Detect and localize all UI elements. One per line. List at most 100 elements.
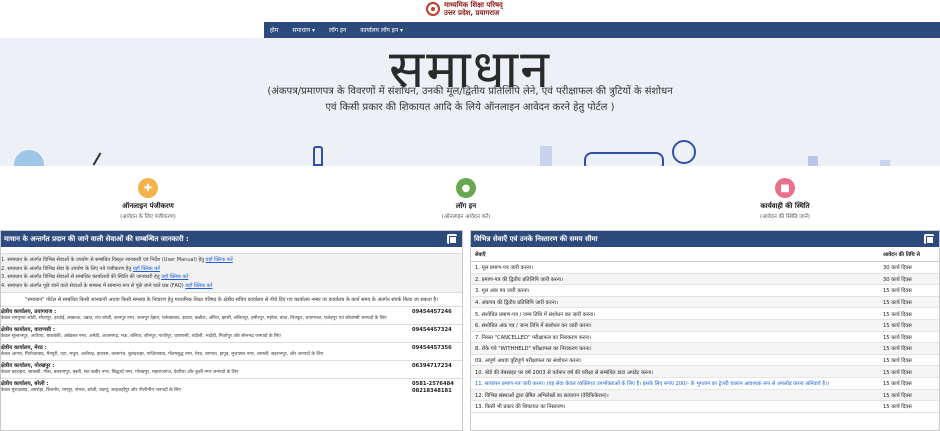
click-here-link[interactable]: यहाँ क्लिक करें	[185, 283, 212, 289]
service-limit: 30 कार्य दिवस	[879, 261, 939, 274]
service-limit: 15 कार्य दिवस	[879, 354, 939, 367]
table-row: 1. मूल प्रमाण-पत्र जारी करना। 30 कार्य दि…	[471, 261, 939, 274]
info-link-text: 2. समाधान के अंतर्गत विभिन्न सेवा के उपय…	[1, 265, 132, 272]
service-timeline-panel: विभिन्न सेवाएँ एवं उनके निस्तारण की समय …	[470, 230, 940, 431]
office-name: क्षेत्रीय कार्यालय, बरेली :	[1, 381, 49, 387]
office-list: क्षेत्रीय कार्यालय, प्रयागराज : केवल रामप…	[1, 306, 462, 397]
click-here-link[interactable]: यहाँ क्लिक करें	[161, 274, 188, 280]
service-name: 11. सत्यापन प्रमाण-पत्र जारी करना। (यह स…	[471, 377, 879, 390]
panel-header: माधान के अन्तर्गत प्रदान की जाने वाली से…	[1, 231, 462, 247]
service-name: 12. विभिन्न संस्थाओं द्वारा प्रेषित अभिल…	[471, 389, 879, 402]
brand-line-2: उत्तर प्रदेश, प्रयागराज	[444, 9, 500, 17]
service-name: 8. रोके गये "WITHHELD" परीक्षाफल का निरा…	[471, 342, 879, 355]
hero-subtitle-line-1: (अंकपत्र/प्रमाणपत्र के विवरणों में संशोध…	[267, 86, 673, 97]
panel-header: विभिन्न सेवाएँ एवं उनके निस्तारण की समय …	[471, 231, 939, 247]
service-limit: 15 कार्य दिवस	[879, 377, 939, 390]
action-sub: (ऑनलाइन आवेदन करें)	[441, 214, 491, 220]
office-phone: 09454457324	[412, 327, 452, 333]
table-row: 10. बोर्ड की वेबसाइट पर वर्ष 2003 से वर्…	[471, 365, 939, 378]
office-item: क्षेत्रीय कार्यालय, गोरखपुर : केवल बहराइच…	[1, 360, 462, 378]
action-registration[interactable]: ✚ ऑनलाइन पंजीकरण (आवेदन के लिए पंजीकरण)	[78, 172, 218, 220]
table-row: 12. विभिन्न संस्थाओं द्वारा प्रेषित अभिल…	[471, 389, 939, 402]
table-row: 11. सत्यापन प्रमाण-पत्र जारी करना। (यह स…	[471, 377, 939, 390]
office-name: क्षेत्रीय कार्यालय, मेरठ :	[1, 345, 47, 351]
office-phone: 09454457356	[412, 345, 452, 351]
action-status[interactable]: ■ कार्यवाही की स्थिति (आवेदन की स्थिति ज…	[715, 172, 855, 220]
office-districts: केवल सुल्तानपुर, अयोध्या, बाराबंकी, अंबे…	[1, 334, 281, 339]
info-link-row: 2. समाधान के अंतर्गत विभिन्न सेवा के उपय…	[1, 265, 462, 274]
brand-text[interactable]: माध्यमिक शिक्षा परिषद् उत्तर प्रदेश, प्र…	[444, 1, 503, 17]
table-row: 6. संशोधित अंक पत्र / जन्म तिथि में संशो…	[471, 319, 939, 332]
hero-subtitle-line-2: एवं किसी प्रकार की शिकायत आदि के लिये ऑन…	[325, 102, 615, 113]
hero-globe-icon	[672, 140, 696, 164]
panel-title: माधान के अन्तर्गत प्रदान की जाने वाली से…	[4, 234, 189, 243]
click-here-link[interactable]: यहाँ क्लिक करें	[133, 266, 160, 272]
service-name: 4. अंकपत्र की द्वितीय प्रतिलिपि जारी करन…	[471, 296, 879, 309]
services-info-panel: माधान के अन्तर्गत प्रदान की जाने वाली से…	[0, 230, 463, 431]
document-icon[interactable]	[447, 234, 457, 244]
office-item: क्षेत्रीय कार्यालय, वाराणसी : केवल सुल्ता…	[1, 324, 462, 342]
hero-block-icon	[808, 156, 818, 166]
service-name: 09. अपूर्ण अथवा त्रुटिपूर्ण परीक्षाफल का…	[471, 354, 879, 367]
office-item: क्षेत्रीय कार्यालय, मेरठ : केवल आगरा, फिर…	[1, 342, 462, 360]
service-limit: 15 कार्य दिवस	[879, 389, 939, 402]
action-title[interactable]: लॉग इन	[396, 202, 536, 211]
info-link-row: 4. समाधान के अंतर्गत पूछे जाने वाले सेवा…	[1, 282, 462, 291]
office-phone: 09454457246	[412, 309, 452, 315]
service-name: 3. मूल अंक पत्र जारी करना।	[471, 284, 879, 297]
hero-scroll-icon	[584, 152, 664, 166]
info-links: 1. समाधान के अंतर्गत विभिन्न सेवाओं के उ…	[1, 253, 462, 293]
office-name: क्षेत्रीय कार्यालय, वाराणसी :	[1, 327, 56, 333]
info-link-row: 1. समाधान के अंतर्गत विभिन्न सेवाओं के उ…	[1, 256, 462, 265]
service-name: 6. संशोधित अंक पत्र / जन्म तिथि में संशो…	[471, 319, 879, 332]
action-title[interactable]: कार्यवाही की स्थिति	[715, 202, 855, 211]
nav-home[interactable]: होम	[270, 26, 278, 34]
brand-line-1: माध्यमिक शिक्षा परिषद्	[444, 1, 503, 9]
service-limit: 15 कार्य दिवस	[879, 296, 939, 309]
panel-title: विभिन्न सेवाएँ एवं उनके निस्तारण की समय …	[474, 234, 598, 243]
info-link-text: 4. समाधान के अंतर्गत पूछे जाने वाले सेवा…	[1, 282, 184, 289]
service-limit: 15 कार्य दिवस	[879, 365, 939, 378]
nav-samadhan[interactable]: समाधान ▾	[292, 26, 315, 34]
office-item: क्षेत्रीय कार्यालय, प्रयागराज : केवल रामप…	[1, 306, 462, 324]
main-nav: होम समाधान ▾ लॉग इन कार्यालय लॉग इन ▾	[264, 22, 940, 38]
quick-actions: ✚ ऑनलाइन पंजीकरण (आवेदन के लिए पंजीकरण) …	[0, 172, 940, 224]
hero-bar-icon	[540, 146, 552, 166]
service-limit: 30 कार्य दिवस	[879, 273, 939, 286]
service-limit: 15 कार्य दिवस	[879, 319, 939, 332]
service-limit: 15 कार्य दिवस	[879, 331, 939, 344]
office-name: क्षेत्रीय कार्यालय, गोरखपुर :	[1, 363, 55, 369]
hero-subtitle: (अंकपत्र/प्रमाणपत्र के विवरणों में संशोध…	[210, 84, 730, 116]
table-row: 5. संशोधित प्रमाण-पत्र / जन्म तिथि में स…	[471, 307, 939, 320]
table-row: 8. रोके गये "WITHHELD" परीक्षाफल का निरा…	[471, 342, 939, 355]
office-districts: केवल बहराइच, श्रावस्ती, गोंडा, बलरामपुर,…	[1, 370, 239, 375]
service-table: सेवाएँ आवेदन की तिथि से 1. मूल प्रमाण-पत…	[471, 247, 939, 413]
service-name: 13. किसी भी प्रकार की शिकायत का निस्तारण…	[471, 400, 879, 413]
service-name: 2. प्रमाण-पत्र की द्वितीय प्रतिलिपि जारी…	[471, 273, 879, 286]
service-name: 10. बोर्ड की वेबसाइट पर वर्ष 2003 से वर्…	[471, 365, 879, 378]
table-row: 13. किसी भी प्रकार की शिकायत का निस्तारण…	[471, 400, 939, 413]
service-limit: 15 कार्य दिवस	[879, 284, 939, 297]
service-limit: 15 कार्य दिवस	[879, 342, 939, 355]
table-row: 7. निरस्त "CANCELLED" परीक्षाफल का निराक…	[471, 331, 939, 344]
service-name: 5. संशोधित प्रमाण-पत्र / जन्म तिथि में स…	[471, 307, 879, 320]
col-limit: आवेदन की तिथि से	[879, 247, 939, 262]
office-name: क्षेत्रीय कार्यालय, प्रयागराज :	[1, 309, 57, 315]
table-row: 3. मूल अंक पत्र जारी करना। 15 कार्य दिवस	[471, 284, 939, 297]
board-logo-icon[interactable]	[426, 2, 440, 16]
document-icon[interactable]	[924, 234, 934, 244]
service-limit: 15 कार्य दिवस	[879, 400, 939, 413]
action-login[interactable]: ● लॉग इन (ऑनलाइन आवेदन करें)	[396, 172, 536, 220]
hero-circle-icon	[14, 150, 44, 166]
status-icon[interactable]: ■	[775, 178, 795, 198]
office-item: क्षेत्रीय कार्यालय, बरेली : केवल मुरादाबा…	[1, 378, 462, 397]
login-icon[interactable]: ●	[456, 178, 476, 198]
user-plus-icon[interactable]: ✚	[138, 178, 158, 198]
action-title[interactable]: ऑनलाइन पंजीकरण	[78, 202, 218, 211]
service-name: 1. मूल प्रमाण-पत्र जारी करना।	[471, 261, 879, 274]
office-phone: 06394717234	[412, 363, 452, 369]
site-header: माध्यमिक शिक्षा परिषद् उत्तर प्रदेश, प्र…	[0, 0, 940, 22]
click-here-link[interactable]: यहाँ क्लिक करें	[206, 257, 233, 263]
nav-office-login[interactable]: कार्यालय लॉग इन ▾	[360, 26, 403, 34]
nav-login[interactable]: लॉग इन	[329, 26, 346, 34]
